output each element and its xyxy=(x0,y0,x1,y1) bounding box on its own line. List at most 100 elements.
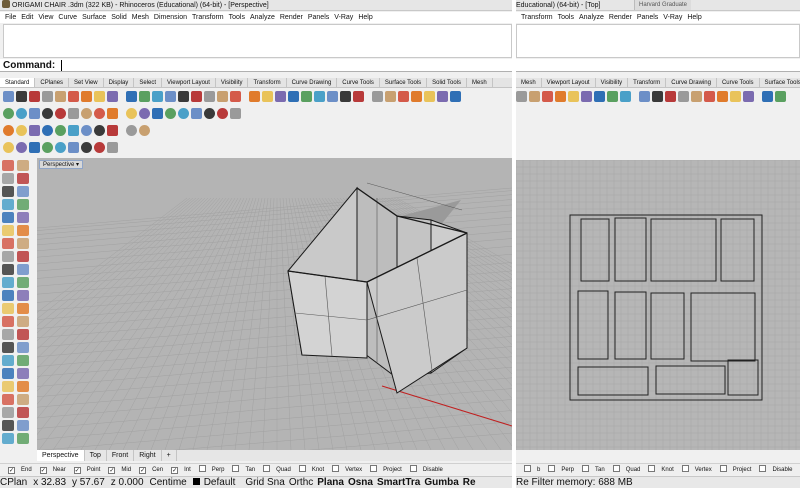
side-tool-icon[interactable] xyxy=(17,342,29,353)
tool-button-icon[interactable] xyxy=(262,91,273,102)
tool-button-icon[interactable] xyxy=(691,91,702,102)
tool-button-icon[interactable] xyxy=(3,91,14,102)
status-toggle-smarttra[interactable]: SmartTra xyxy=(377,477,420,488)
checkbox[interactable] xyxy=(409,465,417,472)
side-tool-icon[interactable] xyxy=(17,160,29,171)
tool-button-icon[interactable] xyxy=(107,125,118,136)
osnap-disable[interactable]: Disable xyxy=(755,464,792,475)
perspective-viewport[interactable]: Perspective ▾ xyxy=(37,158,512,450)
tool-button-icon[interactable] xyxy=(68,108,79,119)
checkbox[interactable]: ✓ xyxy=(73,467,81,474)
viewport-tab-top[interactable]: Top xyxy=(85,450,107,461)
side-tool-icon[interactable] xyxy=(2,212,14,223)
tool-button-icon[interactable] xyxy=(775,91,786,102)
osnap-mid[interactable]: ✓ Mid xyxy=(104,464,131,475)
osnap-project[interactable]: Project xyxy=(366,464,402,475)
tool-button-icon[interactable] xyxy=(730,91,741,102)
menu-item-analyze[interactable]: Analyze xyxy=(250,12,275,23)
tool-button-icon[interactable] xyxy=(29,142,40,153)
osnap-perp[interactable]: Perp xyxy=(195,464,224,475)
side-tool-icon[interactable] xyxy=(2,329,14,340)
toolbar-tab-solid-tools[interactable]: Solid Tools xyxy=(427,78,468,87)
side-tool-icon[interactable] xyxy=(17,303,29,314)
checkbox[interactable] xyxy=(232,465,240,472)
side-tool-icon[interactable] xyxy=(2,251,14,262)
side-tool-icon[interactable] xyxy=(2,186,14,197)
tool-button-icon[interactable] xyxy=(217,91,228,102)
toolbar-tab-viewport-layout[interactable]: Viewport Layout xyxy=(542,78,596,87)
menu-item-v-ray[interactable]: V-Ray xyxy=(663,12,682,23)
menu-item-solid[interactable]: Solid xyxy=(111,12,127,23)
tool-button-icon[interactable] xyxy=(555,91,566,102)
tool-button-icon[interactable] xyxy=(3,125,14,136)
side-tool-icon[interactable] xyxy=(2,394,14,405)
chair-layout-sheet[interactable] xyxy=(569,214,763,401)
menu-item-edit[interactable]: Edit xyxy=(21,12,33,23)
tool-button-icon[interactable] xyxy=(94,142,105,153)
viewport-tab-front[interactable]: Front xyxy=(107,450,135,461)
tool-button-icon[interactable] xyxy=(639,91,650,102)
checkbox[interactable] xyxy=(370,465,378,472)
tool-button-icon[interactable] xyxy=(191,108,202,119)
tool-button-icon[interactable] xyxy=(165,108,176,119)
tool-button-icon[interactable] xyxy=(178,91,189,102)
tool-button-icon[interactable] xyxy=(275,91,286,102)
toolbar-tab-transform[interactable]: Transform xyxy=(248,78,287,87)
side-tool-icon[interactable] xyxy=(2,420,14,431)
checkbox[interactable] xyxy=(332,465,340,472)
tool-button-icon[interactable] xyxy=(126,125,137,136)
viewport-title-perspective[interactable]: Perspective ▾ xyxy=(39,160,84,169)
checkbox[interactable]: ✓ xyxy=(108,467,116,474)
side-tool-icon[interactable] xyxy=(2,342,14,353)
tool-button-icon[interactable] xyxy=(29,91,40,102)
side-tool-icon[interactable] xyxy=(17,420,29,431)
tool-button-icon[interactable] xyxy=(178,108,189,119)
toolbar-tab-select[interactable]: Select xyxy=(134,78,162,87)
tool-button-icon[interactable] xyxy=(55,91,66,102)
status-toggle-grid-sna[interactable]: Grid Sna xyxy=(245,477,284,488)
toolbar-tab-curve-drawing[interactable]: Curve Drawing xyxy=(666,78,717,87)
tool-button-icon[interactable] xyxy=(529,91,540,102)
toolbar-tab-curve-tools[interactable]: Curve Tools xyxy=(337,78,380,87)
menu-item-tools[interactable]: Tools xyxy=(558,12,574,23)
tool-button-icon[interactable] xyxy=(42,108,53,119)
tool-button-icon[interactable] xyxy=(327,91,338,102)
side-tool-icon[interactable] xyxy=(17,381,29,392)
side-tool-icon[interactable] xyxy=(17,212,29,223)
tool-button-icon[interactable] xyxy=(29,108,40,119)
menu-item-transform[interactable]: Transform xyxy=(192,12,224,23)
osnap-vertex[interactable]: Vertex xyxy=(678,464,712,475)
tool-button-icon[interactable] xyxy=(398,91,409,102)
tool-button-icon[interactable] xyxy=(139,91,150,102)
osnap-project[interactable]: Project xyxy=(716,464,751,475)
tool-button-icon[interactable] xyxy=(607,91,618,102)
menu-item-help[interactable]: Help xyxy=(687,12,701,23)
toolbar-tab-transform[interactable]: Transform xyxy=(628,78,667,87)
tool-button-icon[interactable] xyxy=(437,91,448,102)
tool-button-icon[interactable] xyxy=(301,91,312,102)
status-toggle-re[interactable]: Re xyxy=(463,477,476,488)
tool-button-icon[interactable] xyxy=(288,91,299,102)
toolbar-tab-mesh[interactable]: Mesh xyxy=(516,78,542,87)
side-tool-icon[interactable] xyxy=(2,199,14,210)
side-tool-icon[interactable] xyxy=(2,225,14,236)
layer-indicator[interactable]: Default xyxy=(192,477,240,488)
tool-button-icon[interactable] xyxy=(3,142,14,153)
tool-button-icon[interactable] xyxy=(249,91,260,102)
tool-button-icon[interactable] xyxy=(594,91,605,102)
side-tool-icon[interactable] xyxy=(2,368,14,379)
tool-button-icon[interactable] xyxy=(55,108,66,119)
tool-button-icon[interactable] xyxy=(94,91,105,102)
tool-button-icon[interactable] xyxy=(152,91,163,102)
tool-button-icon[interactable] xyxy=(68,91,79,102)
menu-item-render[interactable]: Render xyxy=(609,12,632,23)
tool-button-icon[interactable] xyxy=(42,125,53,136)
menu-item-render[interactable]: Render xyxy=(280,12,303,23)
menu-item-panels[interactable]: Panels xyxy=(637,12,658,23)
tool-button-icon[interactable] xyxy=(542,91,553,102)
tool-button-icon[interactable] xyxy=(652,91,663,102)
toolbar-tab-set-view[interactable]: Set View xyxy=(69,78,104,87)
tool-button-icon[interactable] xyxy=(16,108,27,119)
tool-button-icon[interactable] xyxy=(29,125,40,136)
osnap-cen[interactable]: ✓ Cen xyxy=(135,464,163,475)
